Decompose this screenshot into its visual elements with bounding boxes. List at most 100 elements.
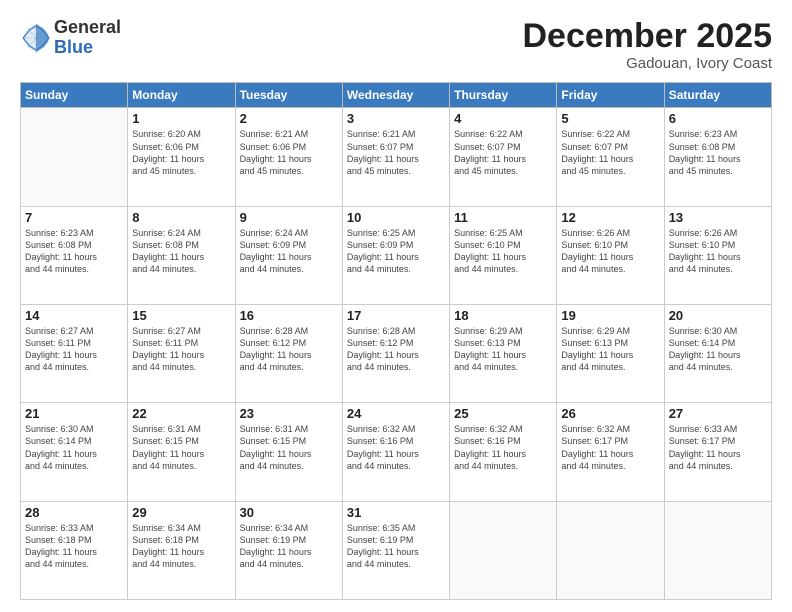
header: General Blue December 2025 Gadouan, Ivor… — [20, 18, 772, 72]
day-number: 1 — [132, 111, 230, 126]
day-info: Sunrise: 6:27 AM Sunset: 6:11 PM Dayligh… — [25, 325, 123, 374]
day-info: Sunrise: 6:35 AM Sunset: 6:19 PM Dayligh… — [347, 522, 445, 571]
table-row — [450, 501, 557, 599]
table-row: 4Sunrise: 6:22 AM Sunset: 6:07 PM Daylig… — [450, 108, 557, 206]
day-number: 31 — [347, 505, 445, 520]
page: General Blue December 2025 Gadouan, Ivor… — [0, 0, 792, 612]
table-row: 16 Sunrise: 6:28 AM Sunset: 6:12 PM Dayli… — [235, 305, 342, 403]
table-row: 15 Sunrise: 6:27 AM Sunset: 6:11 PM Dayli… — [128, 305, 235, 403]
day-number: 15 — [132, 308, 230, 323]
table-row: 10Sunrise: 6:25 AM Sunset: 6:09 PM Dayli… — [342, 206, 449, 304]
day-number: 3 — [347, 111, 445, 126]
day-number: 2 — [240, 111, 338, 126]
logo-general: General — [54, 18, 121, 38]
day-number: 19 — [561, 308, 659, 323]
table-row: 27 Sunrise: 6:33 AM Sunset: 6:17 PM Dayli… — [664, 403, 771, 501]
day-number: 9 — [240, 210, 338, 225]
day-info: Sunrise: 6:33 AM Sunset: 6:18 PM Dayligh… — [25, 522, 123, 571]
day-number: 26 — [561, 406, 659, 421]
table-row: 7 Sunrise: 6:23 AM Sunset: 6:08 PM Daylig… — [21, 206, 128, 304]
table-row: 20Sunrise: 6:30 AM Sunset: 6:14 PM Dayli… — [664, 305, 771, 403]
table-row: 28 Sunrise: 6:33 AM Sunset: 6:18 PM Dayli… — [21, 501, 128, 599]
day-info: Sunrise: 6:29 AM Sunset: 6:13 PM Dayligh… — [561, 325, 659, 374]
day-number: 8 — [132, 210, 230, 225]
table-row — [664, 501, 771, 599]
table-row: 14 Sunrise: 6:27 AM Sunset: 6:11 PM Dayli… — [21, 305, 128, 403]
day-info: Sunrise: 6:29 AM Sunset: 6:13 PM Dayligh… — [454, 325, 552, 374]
day-info: Sunrise: 6:24 AM Sunset: 6:08 PM Dayligh… — [132, 227, 230, 276]
calendar-row: 7 Sunrise: 6:23 AM Sunset: 6:08 PM Daylig… — [21, 206, 772, 304]
day-info: Sunrise: 6:28 AM Sunset: 6:12 PM Dayligh… — [347, 325, 445, 374]
table-row: 18 Sunrise: 6:29 AM Sunset: 6:13 PM Dayli… — [450, 305, 557, 403]
table-row: 24Sunrise: 6:32 AM Sunset: 6:16 PM Dayli… — [342, 403, 449, 501]
day-info: Sunrise: 6:30 AM Sunset: 6:14 PM Dayligh… — [25, 423, 123, 472]
logo-text: General Blue — [54, 18, 121, 58]
table-row: 13Sunrise: 6:26 AM Sunset: 6:10 PM Dayli… — [664, 206, 771, 304]
table-row: 8 Sunrise: 6:24 AM Sunset: 6:08 PM Daylig… — [128, 206, 235, 304]
day-number: 10 — [347, 210, 445, 225]
day-info: Sunrise: 6:22 AM Sunset: 6:07 PM Dayligh… — [561, 128, 659, 177]
table-row: 5Sunrise: 6:22 AM Sunset: 6:07 PM Daylig… — [557, 108, 664, 206]
day-number: 7 — [25, 210, 123, 225]
day-number: 23 — [240, 406, 338, 421]
calendar-day-header: Friday — [557, 83, 664, 108]
day-number: 29 — [132, 505, 230, 520]
calendar-day-header: Monday — [128, 83, 235, 108]
table-row: 19 Sunrise: 6:29 AM Sunset: 6:13 PM Dayli… — [557, 305, 664, 403]
day-number: 22 — [132, 406, 230, 421]
table-row: 1 Sunrise: 6:20 AM Sunset: 6:06 PM Daylig… — [128, 108, 235, 206]
table-row: 2 Sunrise: 6:21 AM Sunset: 6:06 PM Daylig… — [235, 108, 342, 206]
calendar-day-header: Wednesday — [342, 83, 449, 108]
calendar-header-row: SundayMondayTuesdayWednesdayThursdayFrid… — [21, 83, 772, 108]
day-number: 25 — [454, 406, 552, 421]
calendar-day-header: Thursday — [450, 83, 557, 108]
day-info: Sunrise: 6:20 AM Sunset: 6:06 PM Dayligh… — [132, 128, 230, 177]
day-info: Sunrise: 6:23 AM Sunset: 6:08 PM Dayligh… — [669, 128, 767, 177]
table-row: 9 Sunrise: 6:24 AM Sunset: 6:09 PM Daylig… — [235, 206, 342, 304]
day-info: Sunrise: 6:33 AM Sunset: 6:17 PM Dayligh… — [669, 423, 767, 472]
day-number: 16 — [240, 308, 338, 323]
day-number: 6 — [669, 111, 767, 126]
day-info: Sunrise: 6:32 AM Sunset: 6:16 PM Dayligh… — [454, 423, 552, 472]
day-info: Sunrise: 6:21 AM Sunset: 6:06 PM Dayligh… — [240, 128, 338, 177]
title-block: December 2025 Gadouan, Ivory Coast — [522, 18, 772, 72]
day-number: 30 — [240, 505, 338, 520]
calendar-row: 14 Sunrise: 6:27 AM Sunset: 6:11 PM Dayli… — [21, 305, 772, 403]
table-row: 25 Sunrise: 6:32 AM Sunset: 6:16 PM Dayli… — [450, 403, 557, 501]
day-number: 11 — [454, 210, 552, 225]
day-info: Sunrise: 6:34 AM Sunset: 6:18 PM Dayligh… — [132, 522, 230, 571]
day-info: Sunrise: 6:26 AM Sunset: 6:10 PM Dayligh… — [669, 227, 767, 276]
calendar-row: 28 Sunrise: 6:33 AM Sunset: 6:18 PM Dayli… — [21, 501, 772, 599]
day-number: 21 — [25, 406, 123, 421]
table-row: 26 Sunrise: 6:32 AM Sunset: 6:17 PM Dayli… — [557, 403, 664, 501]
day-info: Sunrise: 6:27 AM Sunset: 6:11 PM Dayligh… — [132, 325, 230, 374]
logo-icon — [20, 22, 52, 54]
table-row — [21, 108, 128, 206]
logo: General Blue — [20, 18, 121, 58]
day-number: 14 — [25, 308, 123, 323]
table-row: 23 Sunrise: 6:31 AM Sunset: 6:15 PM Dayli… — [235, 403, 342, 501]
table-row: 17 Sunrise: 6:28 AM Sunset: 6:12 PM Dayli… — [342, 305, 449, 403]
calendar-day-header: Sunday — [21, 83, 128, 108]
calendar-row: 21 Sunrise: 6:30 AM Sunset: 6:14 PM Dayli… — [21, 403, 772, 501]
day-info: Sunrise: 6:32 AM Sunset: 6:17 PM Dayligh… — [561, 423, 659, 472]
day-number: 4 — [454, 111, 552, 126]
calendar-day-header: Saturday — [664, 83, 771, 108]
day-number: 27 — [669, 406, 767, 421]
calendar-row: 1 Sunrise: 6:20 AM Sunset: 6:06 PM Daylig… — [21, 108, 772, 206]
day-info: Sunrise: 6:31 AM Sunset: 6:15 PM Dayligh… — [240, 423, 338, 472]
table-row: 12 Sunrise: 6:26 AM Sunset: 6:10 PM Dayli… — [557, 206, 664, 304]
day-number: 17 — [347, 308, 445, 323]
day-number: 18 — [454, 308, 552, 323]
day-number: 28 — [25, 505, 123, 520]
calendar: SundayMondayTuesdayWednesdayThursdayFrid… — [20, 82, 772, 600]
day-info: Sunrise: 6:23 AM Sunset: 6:08 PM Dayligh… — [25, 227, 123, 276]
table-row: 22 Sunrise: 6:31 AM Sunset: 6:15 PM Dayli… — [128, 403, 235, 501]
day-info: Sunrise: 6:30 AM Sunset: 6:14 PM Dayligh… — [669, 325, 767, 374]
day-number: 12 — [561, 210, 659, 225]
day-number: 24 — [347, 406, 445, 421]
day-info: Sunrise: 6:24 AM Sunset: 6:09 PM Dayligh… — [240, 227, 338, 276]
day-info: Sunrise: 6:26 AM Sunset: 6:10 PM Dayligh… — [561, 227, 659, 276]
day-info: Sunrise: 6:28 AM Sunset: 6:12 PM Dayligh… — [240, 325, 338, 374]
day-info: Sunrise: 6:31 AM Sunset: 6:15 PM Dayligh… — [132, 423, 230, 472]
